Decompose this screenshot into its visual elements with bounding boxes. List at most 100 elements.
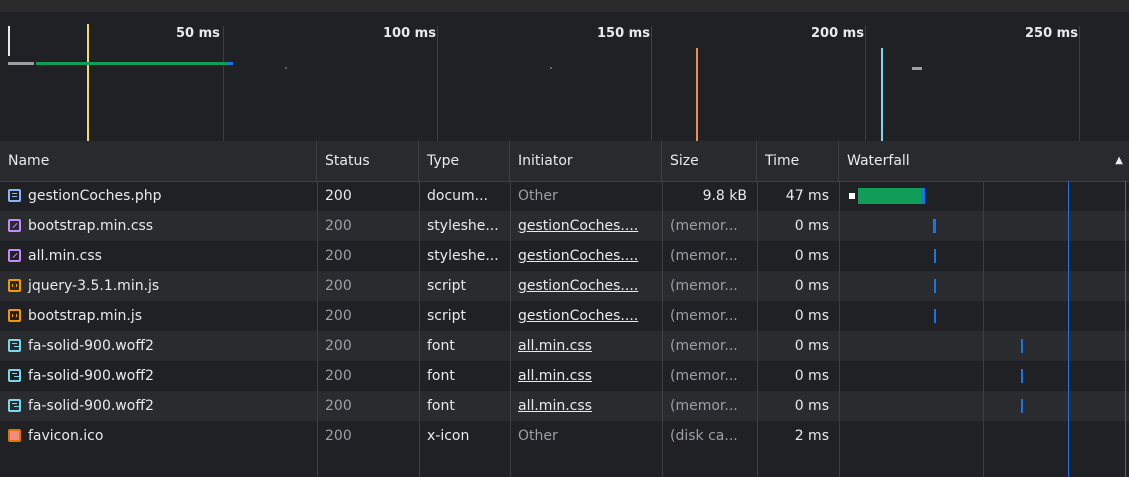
image-icon [8,429,21,442]
overview-tick-label: 100 ms [383,26,436,41]
cell-time: 0 ms [794,248,829,264]
overview-request-bar [36,62,228,65]
cell-type: font [427,338,455,354]
sort-ascending-icon[interactable]: ▲ [1115,141,1123,181]
cell-type: styleshe... [427,248,499,264]
request-name: fa-solid-900.woff2 [28,398,154,414]
table-row[interactable]: jquery-3.5.1.min.js 200 script gestionCoche… [0,271,1129,301]
column-header-size[interactable]: Size [662,141,757,181]
overview-request-bar [285,67,287,69]
waterfall-gridline [983,181,984,477]
stylesheet-icon [8,249,21,262]
cell-time: 0 ms [794,368,829,384]
cell-size: (memor... [670,368,738,384]
waterfall-bar[interactable] [933,219,936,233]
cell-time: 2 ms [794,428,829,444]
dom-content-loaded-marker [87,24,89,152]
column-divider [419,181,420,477]
cell-name[interactable]: gestionCoches.php [0,181,317,211]
font-icon [8,369,21,382]
network-request-table: Name Status Type Initiator Size Time Wat… [0,141,1129,477]
table-row[interactable]: bootstrap.min.js 200 script gestionCoches..… [0,301,1129,331]
cell-initiator[interactable]: gestionCoches.... [510,241,662,271]
cell-initiator[interactable]: gestionCoches.... [510,301,662,331]
cell-size: (memor... [670,338,738,354]
cell-size: (memor... [670,278,738,294]
load-marker [696,48,698,152]
cell-time: 0 ms [794,278,829,294]
waterfall-bar[interactable] [858,188,921,204]
waterfall-bar[interactable] [849,193,855,199]
overview-gridline [1079,26,1080,141]
cell-name[interactable]: all.min.css [0,241,317,271]
table-row[interactable]: all.min.css 200 styleshe... gestionCoches..… [0,241,1129,271]
cell-name[interactable]: bootstrap.min.js [0,301,317,331]
overview-request-bar [228,62,233,65]
cell-time: 0 ms [794,338,829,354]
table-header: Name Status Type Initiator Size Time Wat… [0,141,1129,182]
cell-status: 200 [325,218,352,234]
column-header-status[interactable]: Status [317,141,419,181]
font-icon [8,399,21,412]
cell-name[interactable]: bootstrap.min.css [0,211,317,241]
overview-range-handle[interactable] [8,26,10,56]
cell-name[interactable]: favicon.ico [0,421,317,451]
cell-name[interactable]: fa-solid-900.woff2 [0,391,317,421]
table-row[interactable]: fa-solid-900.woff2 200 font all.min.css (mem… [0,361,1129,391]
cell-name[interactable]: fa-solid-900.woff2 [0,331,317,361]
document-icon [8,189,21,202]
waterfall-bar[interactable] [1021,339,1023,353]
overview-tick-label: 150 ms [597,26,650,41]
column-header-initiator[interactable]: Initiator [510,141,662,181]
request-name: fa-solid-900.woff2 [28,368,154,384]
cell-initiator[interactable]: all.min.css [510,391,662,421]
script-icon [8,309,21,322]
waterfall-bar[interactable] [934,249,936,263]
font-icon [8,339,21,352]
cell-status: 200 [325,308,352,324]
overview-tick-label: 200 ms [811,26,864,41]
request-name: fa-solid-900.woff2 [28,338,154,354]
cell-status: 200 [325,398,352,414]
table-row[interactable]: fa-solid-900.woff2 200 font all.min.css (mem… [0,391,1129,421]
table-row[interactable]: bootstrap.min.css 200 styleshe... gestionCo… [0,211,1129,241]
table-row[interactable]: favicon.ico 200 x-icon Other (disk ca... 2 ms [0,421,1129,451]
cell-status: 200 [325,278,352,294]
cell-size: (memor... [670,398,738,414]
table-row[interactable]: fa-solid-900.woff2 200 font all.min.css (mem… [0,331,1129,361]
waterfall-bar[interactable] [921,188,925,204]
request-name: bootstrap.min.js [28,308,142,324]
waterfall-bar[interactable] [1021,399,1023,413]
column-divider [510,181,511,477]
cell-size: (disk ca... [670,428,738,444]
waterfall-load-line [1125,181,1126,477]
cell-initiator[interactable]: all.min.css [510,361,662,391]
request-name: gestionCoches.php [28,188,162,204]
waterfall-header-label: Waterfall [847,153,910,169]
cell-size: (memor... [670,218,738,234]
cell-name[interactable]: jquery-3.5.1.min.js [0,271,317,301]
cell-type: script [427,278,467,294]
column-header-name[interactable]: Name [0,141,317,181]
overview-request-bar [912,67,922,70]
cell-type: x-icon [427,428,470,444]
cell-type: font [427,398,455,414]
waterfall-bar[interactable] [934,309,936,323]
cell-status: 200 [325,428,352,444]
cell-initiator: Other [518,428,558,444]
column-header-type[interactable]: Type [419,141,510,181]
request-name: bootstrap.min.css [28,218,154,234]
table-row[interactable]: gestionCoches.php 200 docum... Other 9.8 kB 4… [0,181,1129,211]
network-overview[interactable]: 50 ms 100 ms 150 ms 200 ms 250 ms [0,12,1129,152]
column-header-time[interactable]: Time [757,141,839,181]
cell-time: 47 ms [785,188,829,204]
cell-initiator[interactable]: gestionCoches.... [510,211,662,241]
cell-initiator[interactable]: all.min.css [510,331,662,361]
waterfall-bar[interactable] [934,279,936,293]
cell-initiator[interactable]: gestionCoches.... [510,271,662,301]
waterfall-bar[interactable] [1021,369,1023,383]
column-header-waterfall[interactable]: Waterfall ▲ [839,141,1129,181]
overview-gridline [865,26,866,141]
cell-name[interactable]: fa-solid-900.woff2 [0,361,317,391]
cell-initiator: Other [518,188,558,204]
